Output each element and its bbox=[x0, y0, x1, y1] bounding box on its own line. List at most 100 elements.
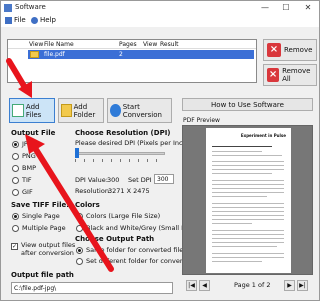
format-png-radio[interactable] bbox=[12, 153, 19, 160]
format-tif-radio[interactable] bbox=[12, 177, 19, 184]
view-output-checkbox[interactable]: ✓ bbox=[11, 243, 18, 250]
menu-file[interactable]: File bbox=[5, 16, 26, 24]
preview-line bbox=[212, 238, 284, 239]
pages-cell: 2 bbox=[119, 51, 123, 58]
preview-line bbox=[212, 211, 284, 212]
preview-line bbox=[212, 196, 267, 197]
close-button[interactable]: ✕ bbox=[298, 1, 318, 15]
dpi-value-label: DPI Value: bbox=[75, 176, 108, 184]
prev-page-button[interactable]: ◀ bbox=[199, 280, 210, 291]
minimize-button[interactable]: — bbox=[255, 1, 275, 15]
add-folder-button[interactable]: Add Folder bbox=[58, 98, 104, 123]
save-tiff-title: Save TIFF File: bbox=[11, 201, 70, 209]
multiple-page-radio[interactable] bbox=[12, 225, 19, 232]
format-tif-label: TIF bbox=[22, 176, 32, 184]
preview-line bbox=[212, 180, 284, 181]
preview-label: PDF Preview bbox=[183, 117, 220, 124]
title-bar: Software — ☐ ✕ bbox=[1, 1, 319, 15]
how-to-button[interactable]: How to Use Software bbox=[182, 98, 313, 111]
same-folder-label: Same folder for converted file bbox=[86, 246, 184, 254]
preview-line bbox=[212, 184, 284, 185]
preview-line bbox=[212, 230, 284, 231]
add-folder-label: Add Folder bbox=[73, 102, 96, 119]
start-conversion-label: Start Conversion bbox=[122, 102, 162, 119]
menu-help-label: Help bbox=[40, 16, 56, 24]
add-folder-icon bbox=[61, 104, 72, 117]
next-page-button[interactable]: ▶ bbox=[284, 280, 295, 291]
first-page-button[interactable]: |◀ bbox=[186, 280, 197, 291]
col-pages[interactable]: Pages bbox=[119, 41, 137, 48]
preview-line bbox=[212, 151, 262, 152]
format-bmp-label: BMP bbox=[22, 164, 36, 172]
remove-all-button[interactable]: × Remove All bbox=[263, 64, 317, 86]
preview-line bbox=[212, 242, 284, 243]
black-white-radio[interactable] bbox=[76, 225, 83, 232]
resolution-value: 3271 X 2475 bbox=[108, 187, 150, 195]
col-file-name[interactable]: File Name bbox=[44, 41, 74, 48]
format-jpg-label: JPG bbox=[22, 140, 33, 148]
preview-line bbox=[212, 192, 284, 193]
remove-all-label: Remove All bbox=[282, 67, 311, 83]
preview-line bbox=[212, 165, 284, 166]
file-list[interactable]: View File Name Pages View Result file.pd… bbox=[7, 39, 257, 83]
single-page-radio[interactable] bbox=[12, 213, 19, 220]
preview-line bbox=[212, 169, 284, 170]
preview-line bbox=[212, 173, 272, 174]
multiple-page-label: Multiple Page bbox=[22, 224, 66, 232]
col-view-2[interactable]: View bbox=[143, 41, 157, 48]
preview-line bbox=[212, 161, 284, 162]
preview-line bbox=[212, 253, 284, 254]
app-window: Software — ☐ ✕ File Help View File Name … bbox=[0, 0, 320, 301]
window-title: Software bbox=[15, 3, 46, 11]
resolution-title: Choose Resolution (DPI) bbox=[75, 129, 171, 137]
folder-icon bbox=[30, 51, 39, 58]
view-output-label-1: View output files bbox=[21, 241, 76, 249]
colors-option-label: Colors (Large File Size) bbox=[86, 212, 161, 220]
table-row[interactable]: file.pdf 2 bbox=[28, 50, 254, 59]
col-view[interactable]: View bbox=[29, 41, 43, 48]
preview-line bbox=[212, 234, 284, 235]
add-files-icon bbox=[12, 104, 24, 117]
remove-icon: × bbox=[267, 43, 281, 57]
file-list-header: View File Name Pages View Result bbox=[8, 40, 256, 49]
preview-pager: |◀ ◀ Page 1 of 2 ▶ ▶| bbox=[182, 279, 313, 292]
start-conversion-button[interactable]: Start Conversion bbox=[107, 98, 172, 123]
col-result[interactable]: Result bbox=[160, 41, 179, 48]
dpi-slider[interactable] bbox=[75, 152, 165, 155]
dpi-slider-thumb[interactable] bbox=[75, 148, 79, 158]
format-png-label: PNG bbox=[22, 152, 36, 160]
output-file-path-title: Output file path bbox=[11, 271, 74, 279]
last-page-button[interactable]: ▶| bbox=[297, 280, 308, 291]
format-bmp-radio[interactable] bbox=[12, 165, 19, 172]
different-folder-radio[interactable] bbox=[76, 258, 83, 265]
format-jpg-radio[interactable] bbox=[12, 141, 19, 148]
preview-line bbox=[212, 155, 282, 156]
preview-line bbox=[212, 246, 277, 247]
output-path-input[interactable]: C:\file.pdf-jpg\ bbox=[11, 282, 173, 294]
add-files-label: Add Files bbox=[25, 102, 42, 119]
resolution-label: Resolution: bbox=[75, 187, 112, 195]
preview-line bbox=[212, 261, 262, 262]
output-path-title: Choose Output Path bbox=[75, 235, 155, 243]
menu-help[interactable]: Help bbox=[31, 16, 56, 24]
set-dpi-input[interactable]: 300 bbox=[154, 174, 174, 184]
colors-radio[interactable] bbox=[76, 213, 83, 220]
format-gif-radio[interactable] bbox=[12, 189, 19, 196]
remove-all-icon: × bbox=[267, 68, 280, 82]
app-icon bbox=[4, 4, 12, 12]
preview-line bbox=[212, 223, 252, 224]
page-indicator: Page 1 of 2 bbox=[234, 281, 271, 289]
preview-line bbox=[212, 188, 284, 189]
view-output-label-2: after conversion bbox=[21, 249, 74, 257]
preview-line bbox=[212, 219, 284, 220]
resolution-hint: Please desired DPI (Pixels per Inch) bbox=[75, 139, 190, 147]
add-files-button[interactable]: Add Files bbox=[9, 98, 55, 123]
remove-button[interactable]: × Remove bbox=[263, 39, 317, 61]
same-folder-radio[interactable] bbox=[76, 247, 83, 254]
preview-line bbox=[212, 146, 272, 147]
maximize-button[interactable]: ☐ bbox=[276, 1, 296, 15]
refresh-icon bbox=[110, 104, 121, 117]
format-gif-label: GIF bbox=[22, 188, 33, 196]
dpi-slider-ticks bbox=[75, 159, 165, 162]
preview-line bbox=[212, 203, 284, 204]
